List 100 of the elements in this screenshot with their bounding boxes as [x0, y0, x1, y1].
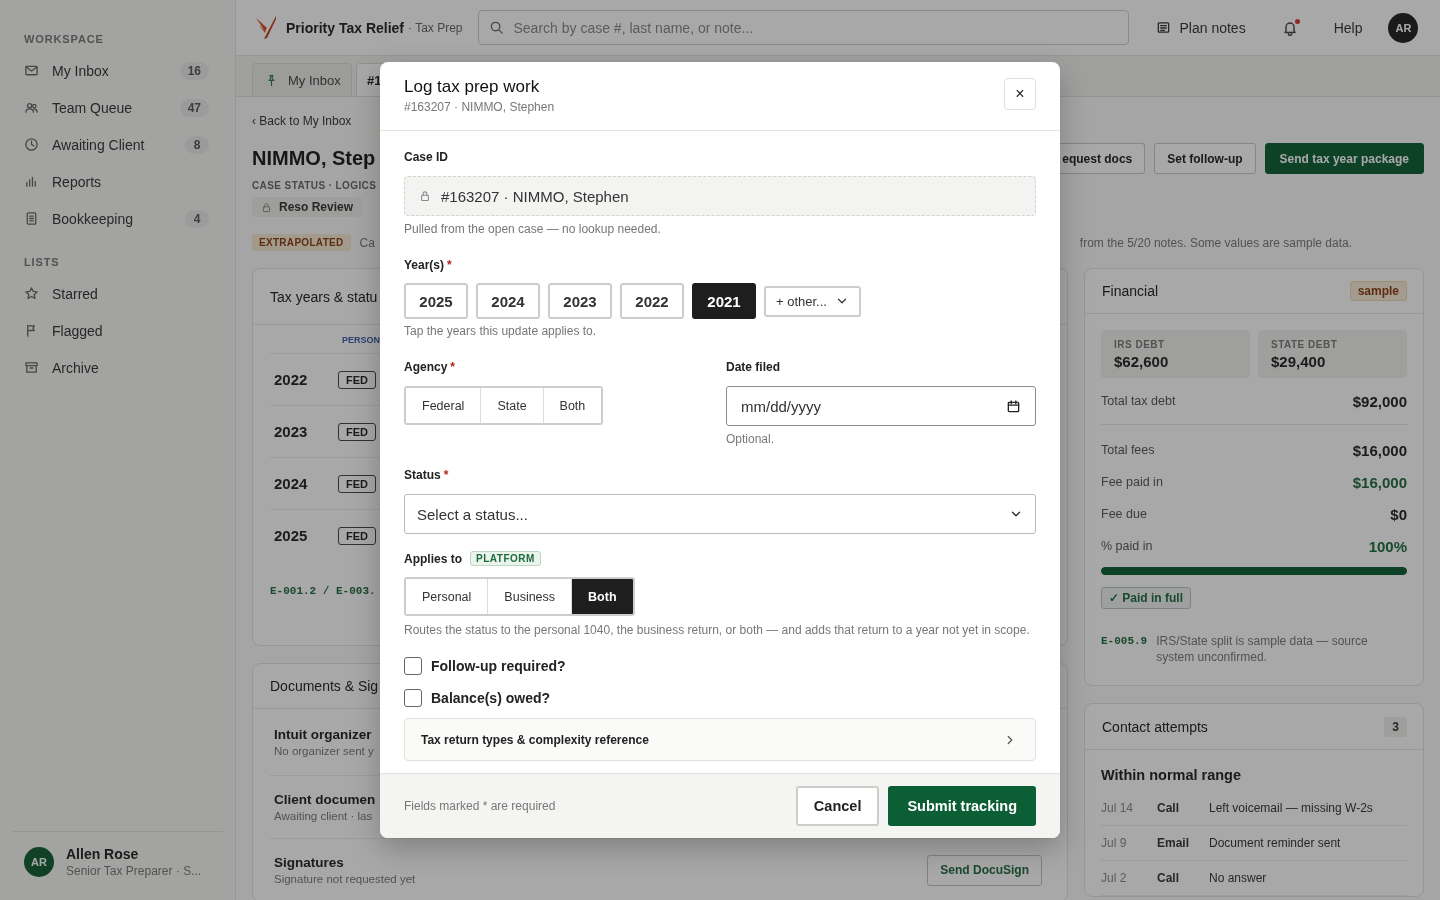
sidebar-item[interactable]: Awaiting Client 8	[0, 126, 235, 163]
row-value: $16,000	[1352, 441, 1407, 459]
agency-tag: FED	[338, 370, 376, 389]
search-icon	[489, 20, 505, 35]
row-value: $0	[1390, 505, 1407, 523]
notice-text: from the 5/20 notes. Some values are sample data.	[1079, 235, 1352, 250]
sidebar-item[interactable]: Archive	[0, 349, 235, 386]
people-icon	[24, 100, 39, 115]
contact-date: Jul 14	[1101, 801, 1135, 815]
year-toggle[interactable]: 2024	[476, 283, 540, 319]
contact-date: Jul 2	[1101, 871, 1128, 885]
close-button[interactable]: ×	[1004, 78, 1036, 110]
sidebar-item[interactable]: Reports	[0, 163, 235, 200]
avatar[interactable]: AR	[1388, 12, 1419, 43]
paid-badge: ✓ Paid in full	[1101, 587, 1191, 609]
plan-notes-link[interactable]: Plan notes	[1156, 19, 1246, 36]
evidence-code: E-001.2 / E-003.	[270, 585, 376, 597]
sidebar-item[interactable]: Bookkeeping 4	[0, 200, 235, 237]
avatar: AR	[24, 847, 54, 877]
group-title: Within normal range	[1101, 766, 1243, 785]
card-title: Tax years & statu	[270, 288, 378, 305]
bar-chart-icon	[24, 174, 39, 189]
year-toggle[interactable]: 2025	[404, 283, 468, 319]
card-title: Documents & Sig	[270, 678, 379, 694]
status-select[interactable]: Select a status...	[404, 494, 1036, 534]
year-toggle[interactable]: 2023	[548, 283, 612, 319]
field-label: Agency *	[404, 360, 456, 374]
dialog-subtitle: #163207 · NIMMO, Stephen	[404, 100, 555, 114]
logo-icon	[255, 15, 277, 40]
note-text: IRS/State split is sample data — source system unconfirmed.	[1156, 633, 1369, 665]
card-title: Financial	[1102, 283, 1159, 299]
document-title: Client documen	[274, 792, 376, 807]
other-year-dropdown[interactable]: + other...	[764, 285, 861, 317]
document-title: Intuit organizer	[274, 727, 373, 742]
segment-option[interactable]: Both	[571, 579, 633, 614]
docusign-button[interactable]: Send DocuSign	[927, 854, 1042, 886]
section-heading: LISTS	[23, 255, 61, 269]
checkbox-label: Balance(s) owed?	[431, 690, 551, 706]
tab[interactable]: My Inbox	[252, 63, 352, 96]
segment-option[interactable]: Both	[542, 388, 602, 423]
contact-channel: Call	[1157, 801, 1180, 815]
year-label: 2025	[274, 527, 309, 544]
reference-accordion[interactable]: Tax return types & complexity reference	[404, 718, 1036, 761]
platform-tag: PLATFORM	[470, 551, 541, 566]
stat-label: STATE DEBT	[1271, 339, 1339, 350]
back-link[interactable]: ‹ Back to My Inbox	[252, 114, 352, 128]
cancel-button[interactable]: Cancel	[795, 786, 880, 826]
contact-note: No answer	[1209, 871, 1267, 885]
bell-icon	[1281, 19, 1298, 36]
submit-button[interactable]: Submit tracking	[888, 786, 1036, 826]
agency-tag: FED	[338, 526, 376, 545]
contact-channel: Call	[1157, 871, 1180, 885]
notice-text: Ca	[359, 235, 375, 250]
card-title: Contact attempts	[1102, 718, 1208, 735]
client-name: NIMMO, Step	[252, 147, 376, 170]
status-label: CASE STATUS · LOGICS	[252, 180, 378, 191]
sidebar-item[interactable]: My Inbox 16	[0, 52, 235, 89]
row-label: Fee paid in	[1101, 475, 1163, 489]
user-role: Senior Tax Preparer · S...	[66, 864, 202, 878]
pin-icon	[265, 73, 278, 87]
sidebar-item[interactable]: Flagged	[0, 312, 235, 349]
document-status: Awaiting client · las	[274, 810, 374, 822]
checkbox[interactable]	[404, 689, 422, 707]
count-badge: 47	[179, 98, 209, 117]
stat-label: IRS DEBT	[1114, 339, 1166, 350]
sample-tag: sample	[1349, 281, 1407, 301]
required-note: Fields marked * are required	[404, 799, 556, 813]
calendar-icon	[1006, 398, 1021, 414]
checkbox[interactable]	[404, 657, 422, 675]
action-button[interactable]: Send tax year package	[1264, 143, 1424, 174]
row-label: Total fees	[1101, 443, 1155, 457]
column-heading: PERSON	[342, 335, 380, 345]
field-label: Date filed	[726, 360, 780, 374]
row-value: $16,000	[1352, 473, 1407, 491]
help-link[interactable]: Help	[1333, 19, 1363, 36]
evidence-code: E-005.9	[1101, 634, 1148, 649]
notes-icon	[1156, 20, 1172, 35]
year-label: 2023	[274, 423, 309, 440]
action-button[interactable]: Set follow-up	[1154, 143, 1256, 174]
date-field[interactable]: mm/dd/yyyy	[726, 386, 1036, 426]
lock-icon	[261, 201, 272, 213]
count-badge: 3	[1384, 716, 1407, 737]
year-toggle[interactable]: 2021	[692, 283, 756, 319]
action-button[interactable]: equest docs	[1059, 143, 1146, 174]
field-label: Case ID	[404, 150, 449, 164]
field-label: Year(s) *	[404, 258, 452, 272]
product-name: · Tax Prep	[408, 20, 463, 35]
year-toggle[interactable]: 2022	[620, 283, 684, 319]
contact-note: Left voicemail — missing W-2s	[1209, 801, 1373, 815]
row-value: 100%	[1368, 537, 1407, 555]
clock-icon	[24, 137, 39, 152]
star-icon	[24, 286, 39, 301]
sidebar-item[interactable]: Team Queue 47	[0, 89, 235, 126]
contact-note: Document reminder sent	[1209, 836, 1341, 850]
year-label: 2022	[274, 371, 309, 388]
checkbox-label: Follow-up required?	[431, 658, 566, 674]
document-status: No organizer sent y	[274, 745, 374, 757]
sidebar-item[interactable]: Starred	[0, 275, 235, 312]
agency-tag: FED	[338, 474, 376, 493]
notifications-button[interactable]	[1281, 19, 1298, 36]
